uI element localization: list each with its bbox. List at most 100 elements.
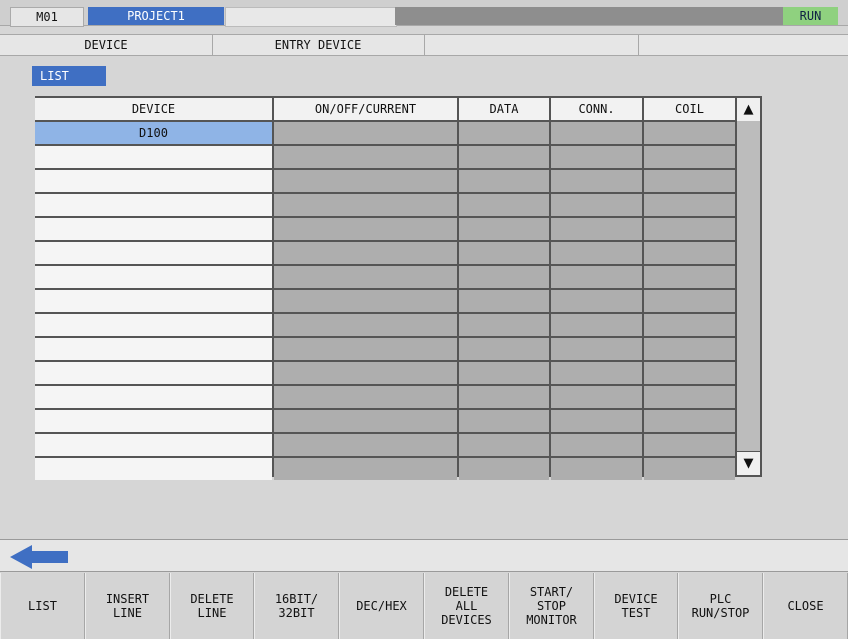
cell-on-off-current bbox=[274, 314, 457, 336]
run-status-badge: RUN bbox=[783, 7, 838, 25]
cell-on-off-current bbox=[274, 362, 457, 384]
cell-coil bbox=[644, 266, 735, 288]
cell-conn bbox=[551, 242, 642, 264]
cell-conn bbox=[551, 386, 642, 408]
table-row[interactable] bbox=[35, 410, 735, 432]
cell-coil bbox=[644, 170, 735, 192]
device-test-button[interactable]: DEVICE TEST bbox=[594, 573, 678, 639]
top-status-bar: M01 PROJECT1 RUN bbox=[0, 0, 848, 27]
tab-device[interactable]: DEVICE bbox=[0, 35, 213, 56]
scrollbar-track[interactable] bbox=[737, 121, 760, 451]
tab-entry-device[interactable]: ENTRY DEVICE bbox=[212, 35, 425, 56]
cell-on-off-current bbox=[274, 122, 457, 144]
cell-device[interactable] bbox=[35, 194, 272, 216]
cell-on-off-current bbox=[274, 146, 457, 168]
table-row[interactable] bbox=[35, 242, 735, 264]
cell-device[interactable] bbox=[35, 362, 272, 384]
header-device: DEVICE bbox=[35, 98, 272, 120]
cell-on-off-current bbox=[274, 458, 457, 480]
cell-data bbox=[459, 218, 549, 240]
table-row[interactable] bbox=[35, 266, 735, 288]
table-row[interactable] bbox=[35, 146, 735, 168]
cell-device[interactable] bbox=[35, 458, 272, 480]
cell-data bbox=[459, 170, 549, 192]
back-arrow-icon[interactable] bbox=[10, 545, 80, 569]
tab-empty-3 bbox=[424, 35, 639, 56]
cell-data bbox=[459, 266, 549, 288]
plc-run-stop-button[interactable]: PLC RUN/STOP bbox=[678, 573, 763, 639]
list-button[interactable]: LIST bbox=[0, 573, 85, 639]
table-row[interactable] bbox=[35, 338, 735, 360]
cell-data bbox=[459, 434, 549, 456]
cell-on-off-current bbox=[274, 410, 457, 432]
mode-tabs: DEVICE ENTRY DEVICE bbox=[0, 34, 848, 56]
table-row[interactable] bbox=[35, 170, 735, 192]
cell-on-off-current bbox=[274, 338, 457, 360]
cell-device[interactable] bbox=[35, 314, 272, 336]
cell-device[interactable] bbox=[35, 386, 272, 408]
cell-conn bbox=[551, 170, 642, 192]
project-name: PROJECT1 bbox=[88, 7, 224, 25]
tab-empty-4 bbox=[638, 35, 848, 56]
table-row[interactable] bbox=[35, 218, 735, 240]
cell-coil bbox=[644, 218, 735, 240]
status-message-area bbox=[395, 7, 783, 25]
close-button[interactable]: CLOSE bbox=[763, 573, 848, 639]
cell-device[interactable] bbox=[35, 434, 272, 456]
start-stop-monitor-button[interactable]: START/ STOP MONITOR bbox=[509, 573, 594, 639]
table-row[interactable] bbox=[35, 386, 735, 408]
cell-data bbox=[459, 194, 549, 216]
table-row[interactable]: D100 bbox=[35, 122, 735, 144]
cell-data bbox=[459, 362, 549, 384]
cell-conn bbox=[551, 338, 642, 360]
status-blank-field bbox=[225, 7, 397, 27]
table-row[interactable] bbox=[35, 434, 735, 456]
cell-device[interactable] bbox=[35, 218, 272, 240]
insert-line-button[interactable]: INSERT LINE bbox=[85, 573, 170, 639]
delete-line-button[interactable]: DELETE LINE bbox=[170, 573, 254, 639]
table-row[interactable] bbox=[35, 194, 735, 216]
cell-on-off-current bbox=[274, 434, 457, 456]
table-row[interactable] bbox=[35, 290, 735, 312]
cell-coil bbox=[644, 122, 735, 144]
scroll-down-button[interactable]: ▼ bbox=[737, 452, 760, 475]
list-label: LIST bbox=[32, 66, 106, 86]
cell-conn bbox=[551, 434, 642, 456]
cell-coil bbox=[644, 410, 735, 432]
cell-coil bbox=[644, 458, 735, 480]
cell-device[interactable]: D100 bbox=[35, 122, 272, 144]
cell-conn bbox=[551, 194, 642, 216]
header-on-off-current: ON/OFF/CURRENT bbox=[274, 98, 457, 120]
cell-on-off-current bbox=[274, 194, 457, 216]
delete-all-devices-button[interactable]: DELETE ALL DEVICES bbox=[424, 573, 509, 639]
cell-device[interactable] bbox=[35, 266, 272, 288]
dec-hex-button[interactable]: DEC/HEX bbox=[339, 573, 424, 639]
cell-coil bbox=[644, 146, 735, 168]
cell-device[interactable] bbox=[35, 242, 272, 264]
device-table: DEVICE ON/OFF/CURRENT DATA CONN. COIL D100 bbox=[35, 96, 735, 480]
cell-conn bbox=[551, 458, 642, 480]
cell-conn bbox=[551, 410, 642, 432]
cell-data bbox=[459, 458, 549, 480]
table-row[interactable] bbox=[35, 362, 735, 384]
cell-conn bbox=[551, 362, 642, 384]
cell-conn bbox=[551, 146, 642, 168]
cell-device[interactable] bbox=[35, 338, 272, 360]
table-row[interactable] bbox=[35, 458, 735, 480]
header-coil: COIL bbox=[644, 98, 735, 120]
table-row[interactable] bbox=[35, 314, 735, 336]
cell-conn bbox=[551, 122, 642, 144]
table-header: DEVICE ON/OFF/CURRENT DATA CONN. COIL bbox=[35, 98, 735, 120]
header-conn: CONN. bbox=[551, 98, 642, 120]
cell-on-off-current bbox=[274, 266, 457, 288]
cell-device[interactable] bbox=[35, 290, 272, 312]
cell-data bbox=[459, 242, 549, 264]
cell-device[interactable] bbox=[35, 410, 272, 432]
cell-on-off-current bbox=[274, 290, 457, 312]
cell-coil bbox=[644, 290, 735, 312]
header-data: DATA bbox=[459, 98, 549, 120]
16bit-32bit-button[interactable]: 16BIT/ 32BIT bbox=[254, 573, 339, 639]
cell-device[interactable] bbox=[35, 170, 272, 192]
scroll-up-button[interactable]: ▲ bbox=[737, 98, 760, 121]
cell-device[interactable] bbox=[35, 146, 272, 168]
